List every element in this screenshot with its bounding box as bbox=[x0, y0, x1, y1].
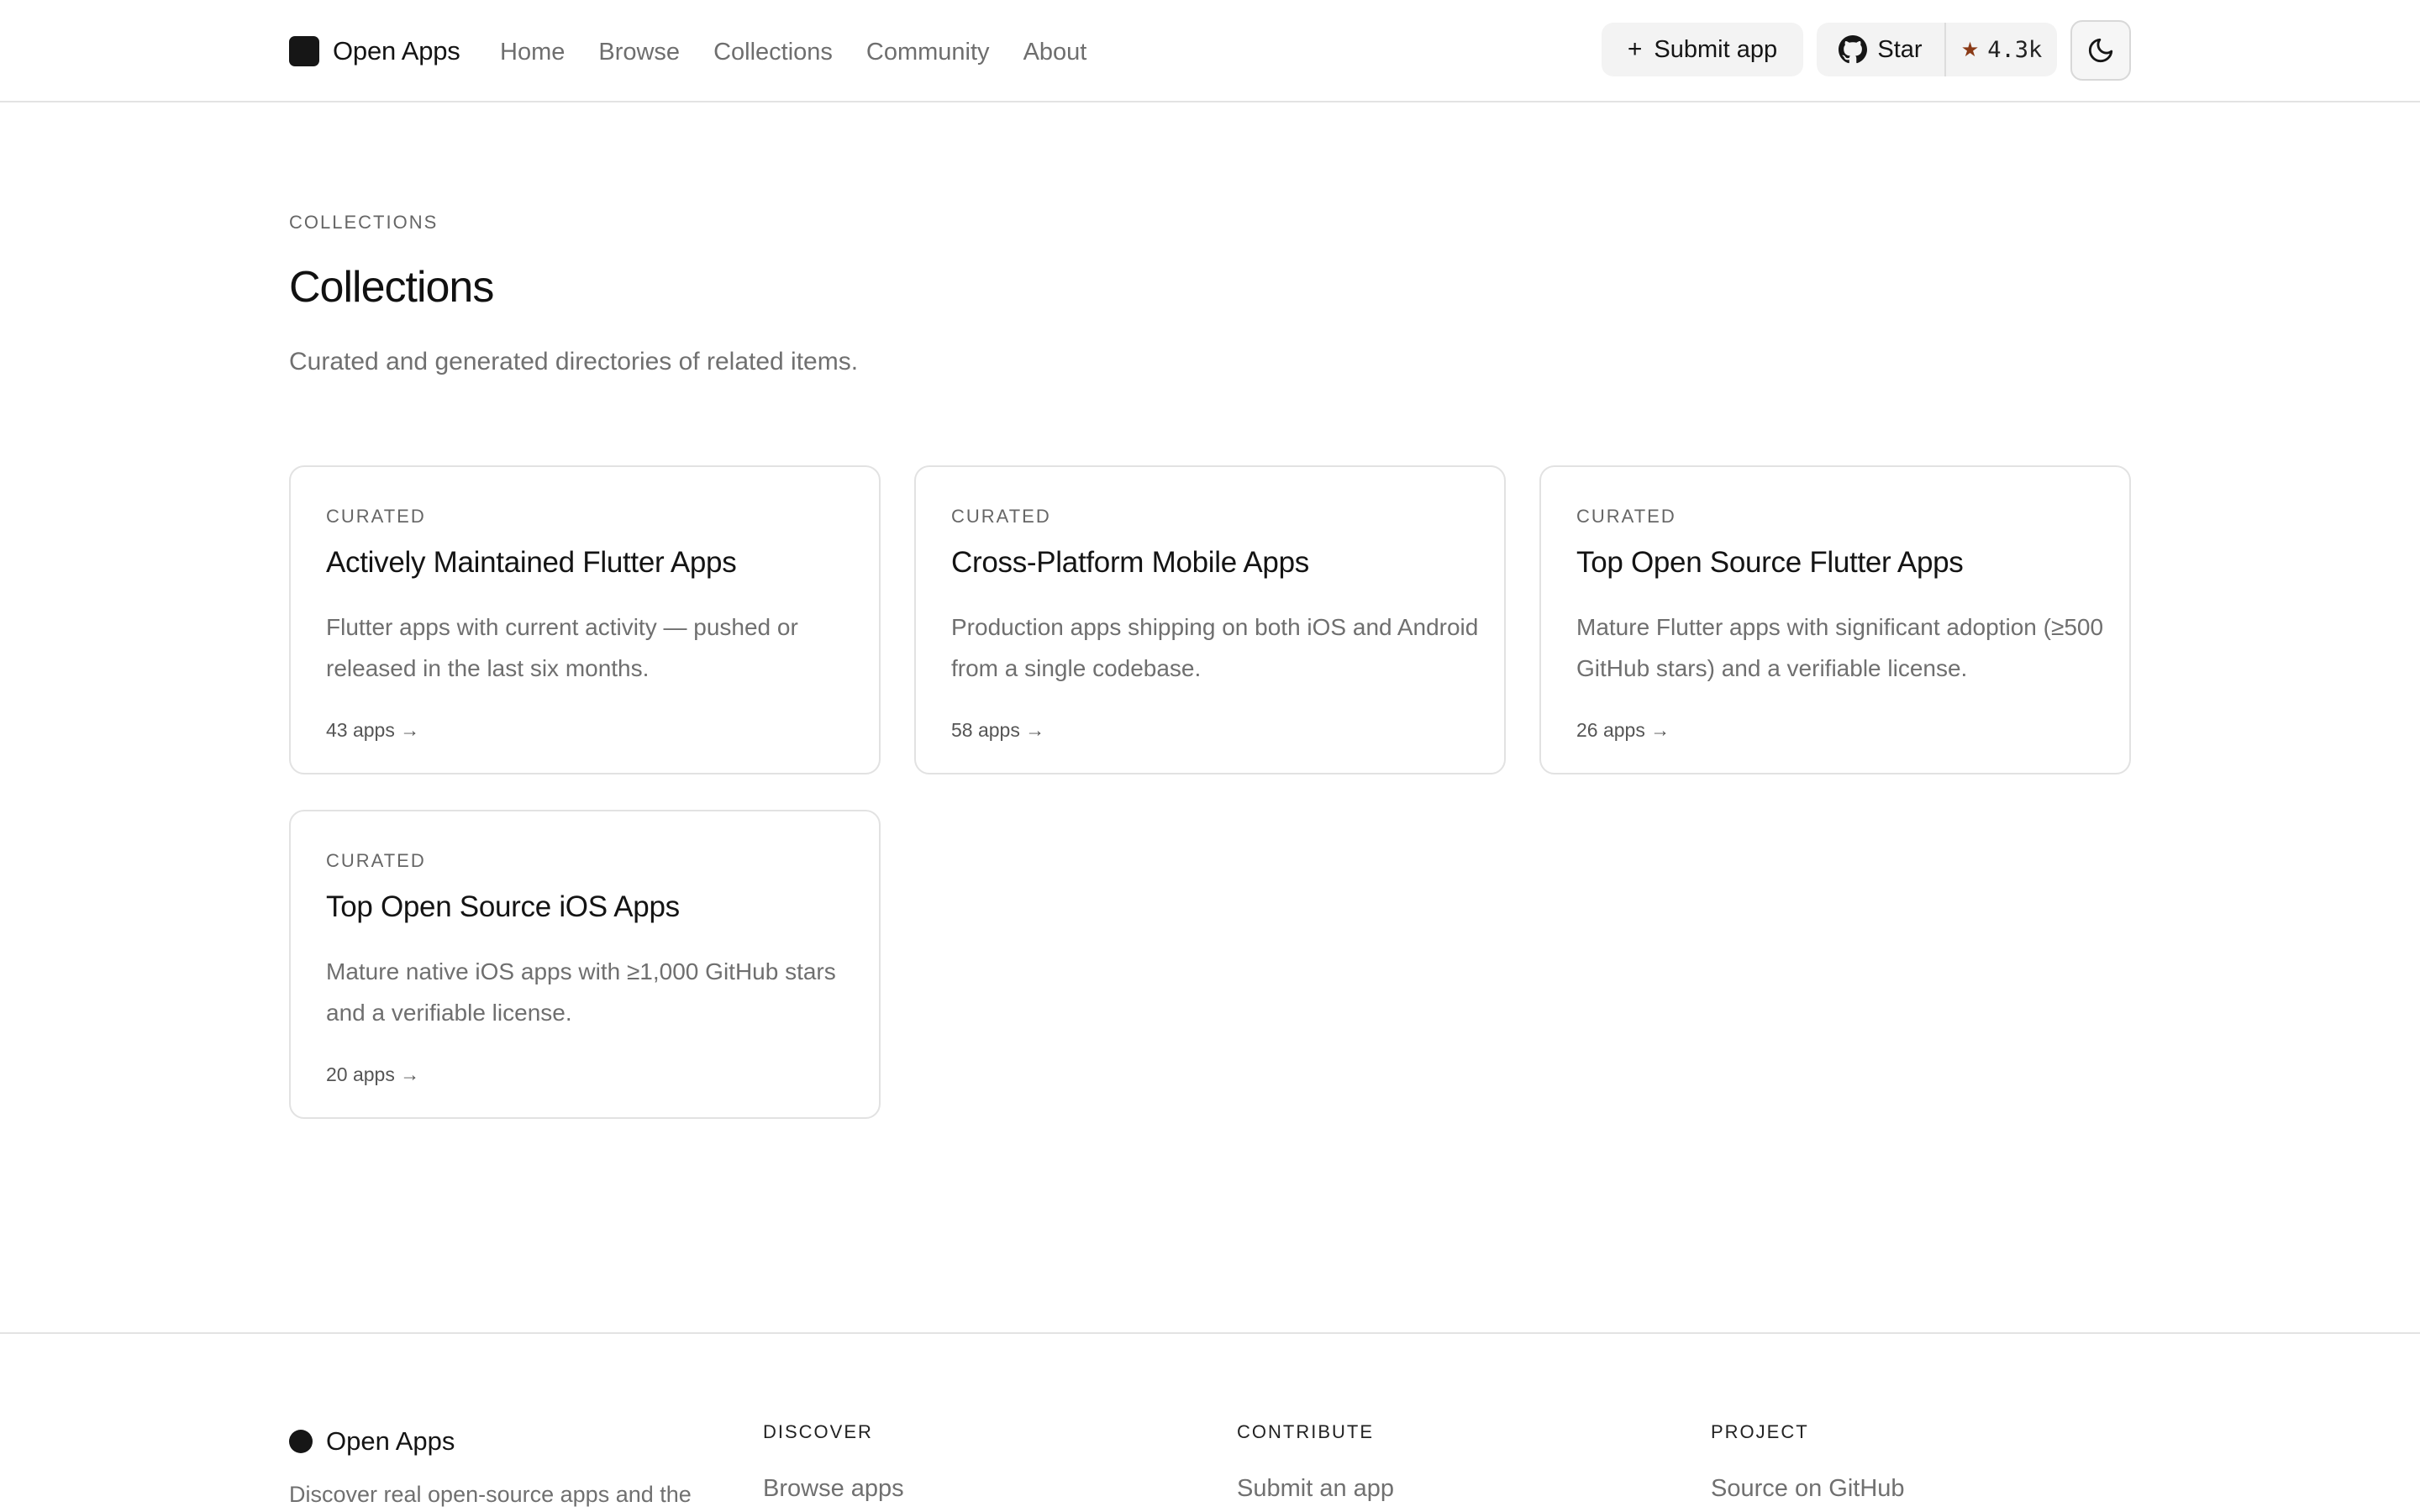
brand-name: Open Apps bbox=[333, 36, 460, 66]
footer-description: Discover real open-source apps and the bbox=[289, 1482, 692, 1507]
nav-home[interactable]: Home bbox=[500, 35, 565, 69]
footer-heading-discover: DISCOVER bbox=[763, 1421, 873, 1442]
collection-description: Production apps shipping on both iOS and… bbox=[951, 614, 1479, 681]
collection-card[interactable]: CURATED Top Open Source iOS Apps Mature … bbox=[289, 810, 881, 1119]
footer-brand-name: Open Apps bbox=[326, 1426, 455, 1456]
collection-card[interactable]: CURATED Actively Maintained Flutter Apps… bbox=[289, 465, 881, 774]
footer-heading-contribute: CONTRIBUTE bbox=[1237, 1421, 1374, 1442]
collection-tag: CURATED bbox=[326, 850, 426, 871]
collection-count-link[interactable]: 58 apps → bbox=[951, 719, 1044, 742]
moon-icon bbox=[2088, 38, 2113, 63]
star-count-badge[interactable]: ★ 4.3k bbox=[1946, 23, 2057, 76]
page-subtitle: Curated and generated directories of rel… bbox=[289, 348, 859, 375]
nav-about[interactable]: About bbox=[1023, 35, 1087, 69]
github-star-group: Star ★ 4.3k bbox=[1817, 23, 2057, 76]
collection-title: Cross-Platform Mobile Apps bbox=[951, 546, 1309, 579]
collection-count-link[interactable]: 26 apps → bbox=[1576, 719, 1670, 742]
logo-mark-icon bbox=[289, 36, 319, 66]
collection-count-link[interactable]: 43 apps → bbox=[326, 719, 419, 742]
collection-title: Top Open Source iOS Apps bbox=[326, 890, 680, 923]
footer-brand[interactable]: Open Apps bbox=[289, 1426, 455, 1457]
collection-card[interactable]: CURATED Top Open Source Flutter Apps Mat… bbox=[1539, 465, 2131, 774]
collection-tag: CURATED bbox=[326, 506, 426, 527]
star-label: Star bbox=[1877, 35, 1923, 63]
site-header: Open Apps Home Browse Collections Commun… bbox=[0, 0, 2420, 102]
star-icon: ★ bbox=[1960, 38, 1980, 61]
footer-link-source-github[interactable]: Source on GitHub bbox=[1711, 1475, 1905, 1503]
main-nav: Home Browse Collections Community About bbox=[500, 35, 1086, 69]
page-title: Collections bbox=[289, 263, 494, 312]
theme-toggle-button[interactable] bbox=[2070, 20, 2131, 81]
brand-logo[interactable]: Open Apps bbox=[289, 35, 460, 67]
collection-title: Actively Maintained Flutter Apps bbox=[326, 546, 737, 579]
plus-icon: + bbox=[1627, 35, 1643, 63]
github-star-button[interactable]: Star bbox=[1817, 23, 1946, 76]
collection-description: Flutter apps with current activity — pus… bbox=[326, 614, 798, 681]
submit-app-label: Submit app bbox=[1654, 35, 1778, 63]
site-footer: Open Apps Discover real open-source apps… bbox=[0, 1332, 2420, 1512]
collection-description: Mature Flutter apps with significant ado… bbox=[1576, 614, 2104, 681]
page-eyebrow: COLLECTIONS bbox=[289, 212, 439, 233]
footer-heading-project: PROJECT bbox=[1711, 1421, 1809, 1442]
collection-count-link[interactable]: 20 apps → bbox=[326, 1063, 419, 1086]
nav-browse[interactable]: Browse bbox=[598, 35, 680, 69]
nav-community[interactable]: Community bbox=[866, 35, 990, 69]
collection-title: Top Open Source Flutter Apps bbox=[1576, 546, 1964, 579]
footer-logo-icon bbox=[289, 1430, 313, 1453]
collection-tag: CURATED bbox=[1576, 506, 1676, 527]
collection-description: Mature native iOS apps with ≥1,000 GitHu… bbox=[326, 958, 836, 1026]
submit-app-button[interactable]: + Submit app bbox=[1602, 23, 1803, 76]
star-count-value: 4.3k bbox=[1987, 36, 2043, 63]
collection-card[interactable]: CURATED Cross-Platform Mobile Apps Produ… bbox=[914, 465, 1506, 774]
github-icon bbox=[1839, 35, 1868, 64]
nav-collections[interactable]: Collections bbox=[713, 35, 833, 69]
footer-link-submit-app[interactable]: Submit an app bbox=[1237, 1475, 1394, 1503]
footer-link-browse-apps[interactable]: Browse apps bbox=[763, 1475, 904, 1503]
collection-tag: CURATED bbox=[951, 506, 1051, 527]
